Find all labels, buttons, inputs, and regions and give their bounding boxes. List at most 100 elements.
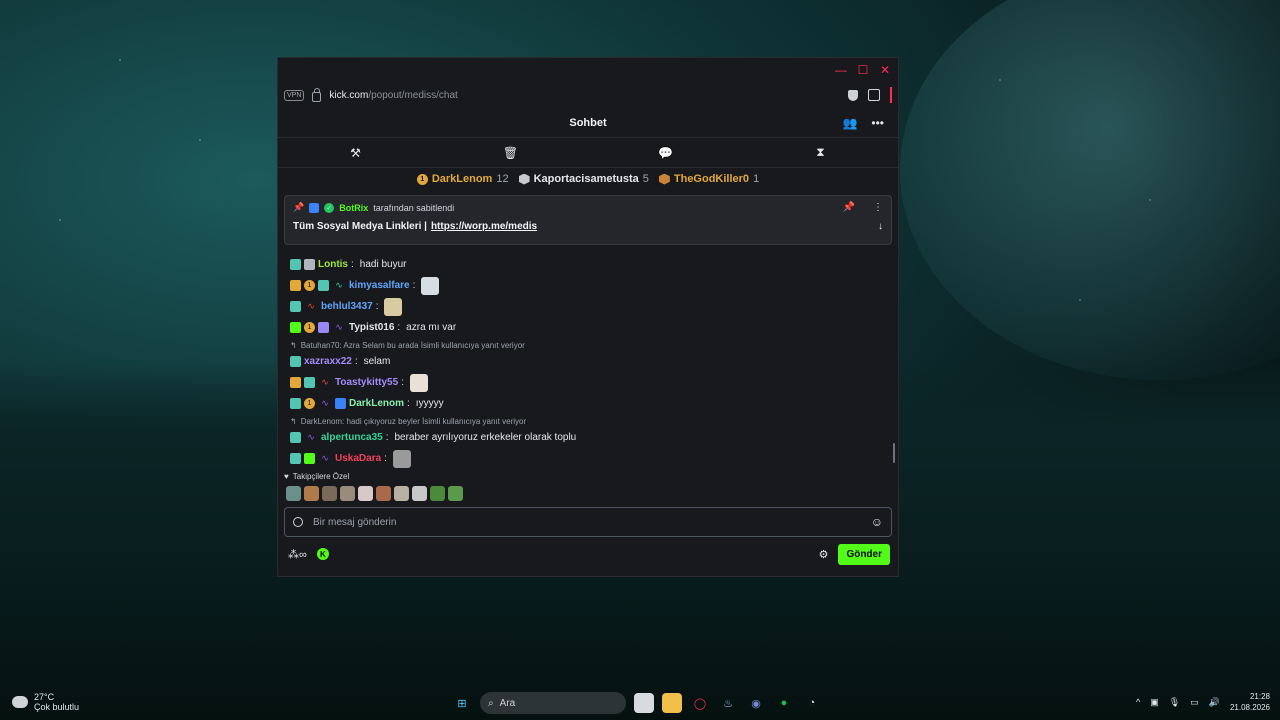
sub-badge-icon <box>290 453 301 464</box>
emote-icon[interactable] <box>412 486 427 501</box>
username[interactable]: alpertunca35 <box>321 432 383 443</box>
gift-badge-icon <box>318 322 329 333</box>
weather-widget[interactable]: 27°C Çok bulutlu <box>12 692 79 712</box>
chat-bubble-icon[interactable]: 💬 <box>588 138 743 167</box>
cloud-icon <box>12 696 28 708</box>
chat-message[interactable]: 1 ∿ DarkLenom: ıyyyyy <box>290 393 890 414</box>
taskbar: 27°C Çok bulutlu ⊞ ⌕ Ara ◯ ♨ ◉ ● ◔ ^ ▣ 🎙… <box>0 686 1280 720</box>
spotify-icon[interactable]: ● <box>774 693 794 713</box>
chat-message[interactable]: ∿ behlul3437: <box>290 296 890 317</box>
clock-time: 21:28 <box>1249 692 1270 701</box>
file-explorer-icon[interactable] <box>662 693 682 713</box>
hourglass-icon[interactable]: ⧗ <box>743 138 898 167</box>
leader-count: 1 <box>753 173 760 185</box>
network-icon[interactable]: ▭ <box>1190 697 1199 708</box>
emoji-icon[interactable]: ☺ <box>871 515 883 529</box>
settings-gear-icon[interactable]: ⚙ <box>819 548 829 561</box>
chat-message[interactable]: Lontis: hadi buyur <box>290 254 890 275</box>
chat-message[interactable]: 1 ∿ Typist016: azra mı var <box>290 317 890 338</box>
emote-icon[interactable] <box>340 486 355 501</box>
chat-message[interactable]: xazraxx22: selam <box>290 351 890 372</box>
opera-icon[interactable]: ◯ <box>690 693 710 713</box>
username[interactable]: Lontis <box>318 259 348 270</box>
extensions-icon[interactable] <box>868 89 880 101</box>
vpn-badge[interactable]: VPN <box>284 89 305 101</box>
leader-item[interactable]: Kaportacisametusta 5 <box>518 173 649 185</box>
defender-icon[interactable]: ▣ <box>1150 697 1159 708</box>
leader-item[interactable]: TheGodKiller0 1 <box>658 173 760 185</box>
send-button[interactable]: Gönder <box>838 543 890 565</box>
message-text: hadi buyur <box>359 259 407 270</box>
system-tray: ^ ▣ 🎙 ▭ 🔊 21:28 21.08.2026 <box>1136 691 1270 713</box>
reply-context[interactable]: ↰ DarkLenom: hadi çıkıyoruz beyler İsiml… <box>290 416 890 427</box>
app-icon[interactable]: ◔ <box>802 693 822 713</box>
shield-icon[interactable] <box>848 89 858 101</box>
points-icon[interactable]: ⁂∞ <box>288 548 307 561</box>
kick-logo-icon[interactable]: K <box>316 548 329 560</box>
reply-mode-icon[interactable] <box>293 517 303 527</box>
emote-icon[interactable] <box>430 486 445 501</box>
emote-icon[interactable] <box>376 486 391 501</box>
expand-down-icon[interactable]: ↓ <box>878 221 883 232</box>
emote-icon[interactable] <box>358 486 373 501</box>
discord-icon[interactable]: ◉ <box>746 693 766 713</box>
volume-icon[interactable]: 🔊 <box>1209 697 1220 708</box>
url-text[interactable]: kick.com/popout/mediss/chat <box>329 90 457 101</box>
search-label: Ara <box>499 697 516 709</box>
chat-message[interactable]: 1 ∿ kimyasalfare: <box>290 275 890 296</box>
steam-icon[interactable]: ♨ <box>718 693 738 713</box>
pinned-by-user[interactable]: BotRix <box>339 203 368 213</box>
more-icon[interactable]: ••• <box>871 116 884 130</box>
close-button[interactable]: ✕ <box>878 63 892 77</box>
pin-icon: 📌 <box>293 202 305 212</box>
emote-icon[interactable] <box>322 486 337 501</box>
clock[interactable]: 21:28 21.08.2026 <box>1230 691 1270 713</box>
chat-message[interactable]: ∿ Toastykitty55: <box>290 372 890 393</box>
unpin-icon[interactable]: 📌 <box>843 202 855 213</box>
chat-popup-window: — ☐ ✕ VPN kick.com/popout/mediss/chat So… <box>277 57 899 577</box>
task-view-icon[interactable] <box>634 693 654 713</box>
badge-icon <box>304 259 315 270</box>
leader-item[interactable]: 1 DarkLenom 12 <box>416 173 509 185</box>
username[interactable]: kimyasalfare <box>349 280 410 291</box>
chat-scrollbar[interactable] <box>893 443 895 463</box>
gifter-badge-icon: ∿ <box>321 453 329 463</box>
minimize-button[interactable]: — <box>834 63 848 77</box>
hammer-icon[interactable]: ⚒ <box>278 138 433 167</box>
message-input[interactable]: Bir mesaj gönderin ☺ <box>284 507 892 537</box>
username[interactable]: xazraxx22 <box>304 356 352 367</box>
username[interactable]: behlul3437 <box>321 301 373 312</box>
pinned-link[interactable]: https://worp.me/medis <box>431 221 537 232</box>
emote-icon[interactable] <box>448 486 463 501</box>
chat-message[interactable]: ∿ alpertunca35: beraber ayrılıyoruz erke… <box>290 427 890 448</box>
emote-icon[interactable] <box>409 373 428 392</box>
emote-icon[interactable] <box>304 486 319 501</box>
windows-start-icon[interactable]: ⊞ <box>452 693 472 713</box>
maximize-button[interactable]: ☐ <box>856 63 870 77</box>
message-text: beraber ayrılıyoruz erkekeler olarak top… <box>394 432 577 443</box>
emote-icon[interactable] <box>394 486 409 501</box>
emote-icon[interactable] <box>421 276 440 295</box>
emote-icon[interactable] <box>392 449 411 468</box>
emote-icon[interactable] <box>384 297 403 316</box>
reply-context[interactable]: ↰ Batuhan70: Azra Selam bu arada İsimli … <box>290 340 890 351</box>
emote-quickbar <box>286 486 463 501</box>
message-text: azra mı var <box>406 322 457 333</box>
microphone-icon[interactable]: 🎙 <box>1169 697 1180 708</box>
gift-badge-icon <box>304 453 315 464</box>
lock-icon[interactable] <box>312 87 322 102</box>
emote-icon[interactable] <box>286 486 301 501</box>
username[interactable]: UskaDara <box>335 453 381 464</box>
username[interactable]: Typist016 <box>349 322 394 333</box>
users-icon[interactable]: 👥 <box>842 116 857 130</box>
message-text: selam <box>363 356 391 367</box>
chat-message[interactable]: ∿ UskaDara: <box>290 448 890 469</box>
pinned-message: 📌 ✓ BotRix tarafından sabitlendi 📌 ⋮ Tüm… <box>284 195 892 245</box>
trash-icon[interactable]: 🗑 <box>433 138 588 167</box>
username[interactable]: Toastykitty55 <box>335 377 398 388</box>
username[interactable]: DarkLenom <box>349 398 404 409</box>
pin-more-icon[interactable]: ⋮ <box>873 202 883 213</box>
taskbar-search[interactable]: ⌕ Ara <box>480 692 626 714</box>
leader-name: Kaportacisametusta <box>533 173 639 185</box>
chevron-up-icon[interactable]: ^ <box>1136 697 1140 707</box>
